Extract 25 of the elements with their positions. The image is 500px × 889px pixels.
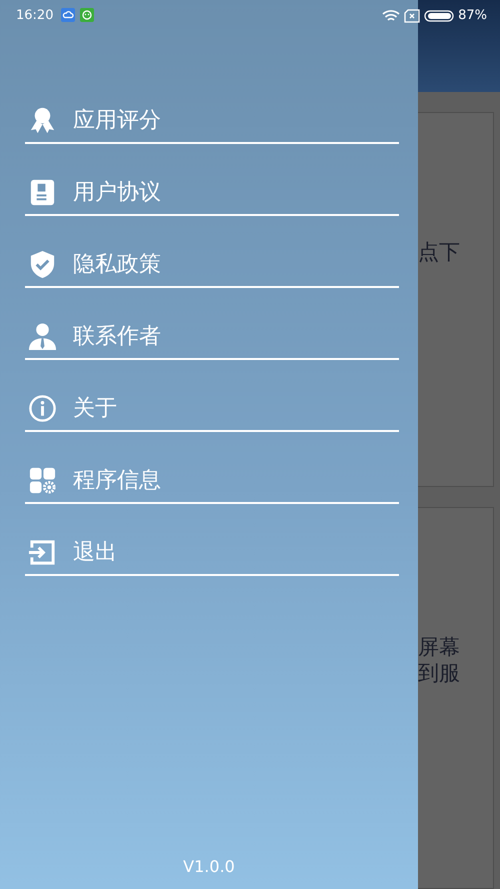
menu-item[interactable]: 用户协议 (25, 144, 399, 216)
card-text: 点下 (418, 239, 461, 265)
sim-icon (404, 8, 420, 22)
menu-item[interactable]: 应用评分 (25, 72, 399, 144)
card-text: 屏幕 (418, 634, 461, 660)
menu-item[interactable]: 关于 (25, 360, 399, 432)
person-icon (28, 322, 57, 351)
battery-icon (424, 8, 454, 22)
status-time: 16:20 (16, 8, 54, 22)
face-icon (80, 8, 94, 22)
menu-item[interactable]: 程序信息 (25, 432, 399, 504)
exit-icon (28, 538, 57, 567)
wifi-icon (382, 8, 400, 22)
menu-item[interactable]: 隐私政策 (25, 216, 399, 288)
cloud-icon (61, 8, 76, 22)
version-label: V1.0.0 (183, 857, 235, 876)
apps-gear-icon (28, 466, 57, 495)
info-icon (28, 394, 57, 423)
menu-item[interactable]: 联系作者 (25, 288, 399, 360)
battery-percentage: 87% (458, 8, 487, 23)
medal-icon (28, 106, 57, 135)
shield-check-icon (28, 250, 57, 279)
card-text: 到服 (418, 660, 461, 686)
id-card-icon (28, 178, 57, 207)
menu-item[interactable]: 退出 (25, 504, 399, 576)
